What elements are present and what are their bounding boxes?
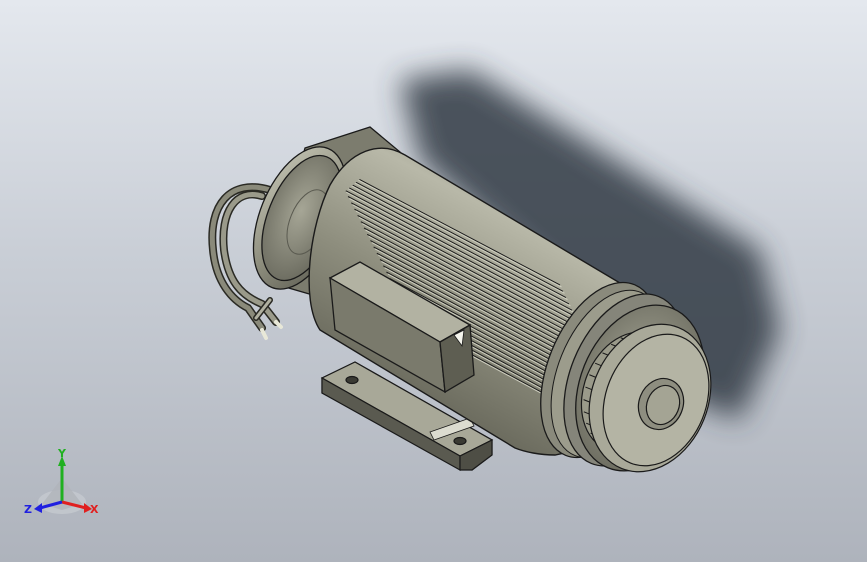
view-orientation-triad[interactable]: Y X Z [22, 448, 106, 524]
y-axis-label: Y [58, 447, 66, 460]
x-axis-label: X [90, 503, 99, 516]
motor-model[interactable] [0, 0, 867, 562]
z-axis-label: Z [24, 503, 32, 516]
z-axis-arrow-icon [34, 503, 42, 513]
graphics-viewport[interactable]: Y X Z [0, 0, 867, 562]
